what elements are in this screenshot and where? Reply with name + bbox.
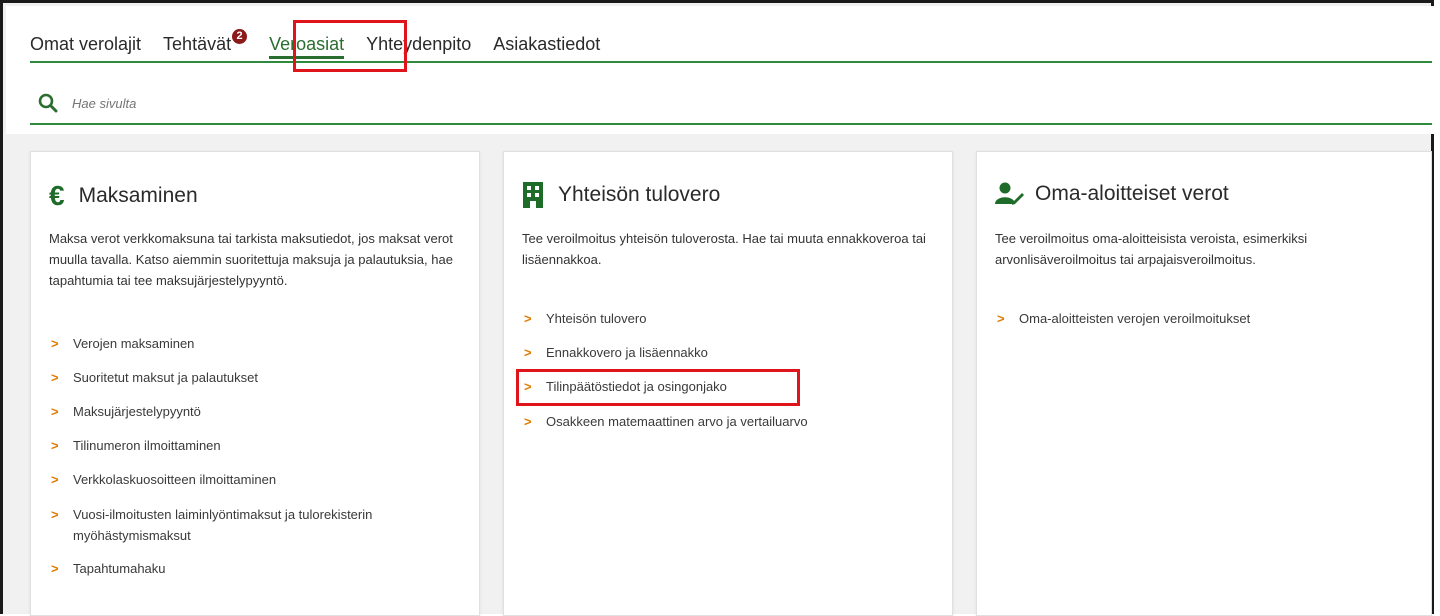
card-description: Maksa verot verkkomaksuna tai tarkista m… [49, 231, 453, 288]
card-title: Maksaminen [78, 184, 198, 207]
chevron-right-icon: > [51, 561, 59, 576]
chevron-right-icon: > [51, 507, 59, 522]
chevron-right-icon: > [51, 438, 59, 453]
chevron-right-icon: > [51, 472, 59, 487]
tab-label: Tehtävät [163, 34, 232, 54]
link-suoritetut-maksut[interactable]: > Suoritetut maksut ja palautukset [51, 367, 463, 388]
chevron-right-icon: > [524, 345, 532, 360]
notification-badge: 2 [232, 29, 248, 44]
link-oma-aloitteisten-veroilmoitukset[interactable]: > Oma-aloitteisten verojen veroilmoitukse… [997, 308, 1409, 329]
tab-omat-verolajit[interactable]: Omat verolajit [30, 23, 141, 61]
link-yhteison-tulovero[interactable]: > Yhteisön tulovero [524, 308, 936, 329]
link-verojen-maksaminen[interactable]: > Verojen maksaminen [51, 333, 463, 354]
tab-label: Omat verolajit [30, 34, 142, 54]
link-label: Yhteisön tulovero [546, 311, 647, 326]
app-frame: Omat verolajit Tehtävät 2 Veroasiat Yhtey… [0, 0, 1434, 616]
chevron-right-icon: > [51, 404, 59, 419]
card-description: Tee veroilmoitus oma-aloitteisista veroi… [995, 231, 1308, 267]
chevron-right-icon: > [524, 311, 532, 326]
link-osakkeen-arvo[interactable]: > Osakkeen matemaattinen arvo ja vertailu… [524, 411, 936, 432]
chevron-right-icon: > [524, 414, 532, 429]
link-label: Maksujärjestelypyyntö [73, 404, 201, 419]
link-label: Tapahtumahaku [73, 561, 166, 576]
card-description: Tee veroilmoitus yhteisön tuloverosta. H… [522, 231, 926, 267]
card-header: Oma-aloitteiset verot [995, 182, 1229, 206]
highlight-box-tilinpaatostiedot [516, 369, 800, 406]
main-nav: Omat verolajit Tehtävät 2 Veroasiat Yhtey… [30, 23, 1432, 63]
chevron-right-icon: > [51, 336, 59, 351]
card-title: Yhteisön tulovero [558, 183, 721, 206]
search-bar [30, 83, 1432, 125]
link-ennakkovero[interactable]: > Ennakkovero ja lisäennakko [524, 342, 936, 363]
tab-label: Asiakastiedot [493, 34, 601, 54]
link-label: Verojen maksaminen [73, 336, 195, 351]
chevron-right-icon: > [997, 311, 1005, 326]
card-header: € Maksaminen [49, 182, 198, 210]
link-label: Verkkolaskuosoitteen ilmoittaminen [73, 472, 277, 487]
building-icon [523, 182, 543, 208]
euro-icon: € [49, 180, 65, 211]
highlight-box-veroasiat-tab [293, 20, 407, 72]
tab-asiakastiedot[interactable]: Asiakastiedot [493, 23, 600, 61]
search-input[interactable] [70, 94, 674, 112]
card-header: Yhteisön tulovero [522, 182, 720, 208]
link-label: Vuosi-ilmoitusten laiminlyöntimaksut ja … [73, 507, 373, 543]
search-icon[interactable] [38, 93, 58, 113]
card-maksaminen: € Maksaminen Maksa verot verkkomaksuna t… [30, 151, 480, 616]
chevron-right-icon: > [51, 370, 59, 385]
link-maksujarjestelypyynto[interactable]: > Maksujärjestelypyyntö [51, 401, 463, 422]
card-title: Oma-aloitteiset verot [1035, 182, 1229, 205]
card-oma-aloitteiset: Oma-aloitteiset verot Tee veroilmoitus o… [976, 151, 1432, 616]
link-label: Ennakkovero ja lisäennakko [546, 345, 708, 360]
link-verkkolaskuosoite[interactable]: > Verkkolaskuosoitteen ilmoittaminen [51, 469, 463, 490]
link-label: Osakkeen matemaattinen arvo ja vertailua… [546, 414, 808, 429]
link-label: Oma-aloitteisten verojen veroilmoitukset [1019, 311, 1251, 326]
link-tapahtumahaku[interactable]: > Tapahtumahaku [51, 558, 463, 579]
link-label: Tilinumeron ilmoittaminen [73, 438, 221, 453]
link-label: Suoritetut maksut ja palautukset [73, 370, 258, 385]
tab-tehtavat[interactable]: Tehtävät 2 [163, 23, 248, 61]
link-laiminlyontimaksut[interactable]: > Vuosi-ilmoitusten laiminlyöntimaksut ja… [51, 504, 443, 546]
link-tilinumeron-ilmoittaminen[interactable]: > Tilinumeron ilmoittaminen [51, 435, 463, 456]
person-edit-icon [995, 182, 1024, 205]
